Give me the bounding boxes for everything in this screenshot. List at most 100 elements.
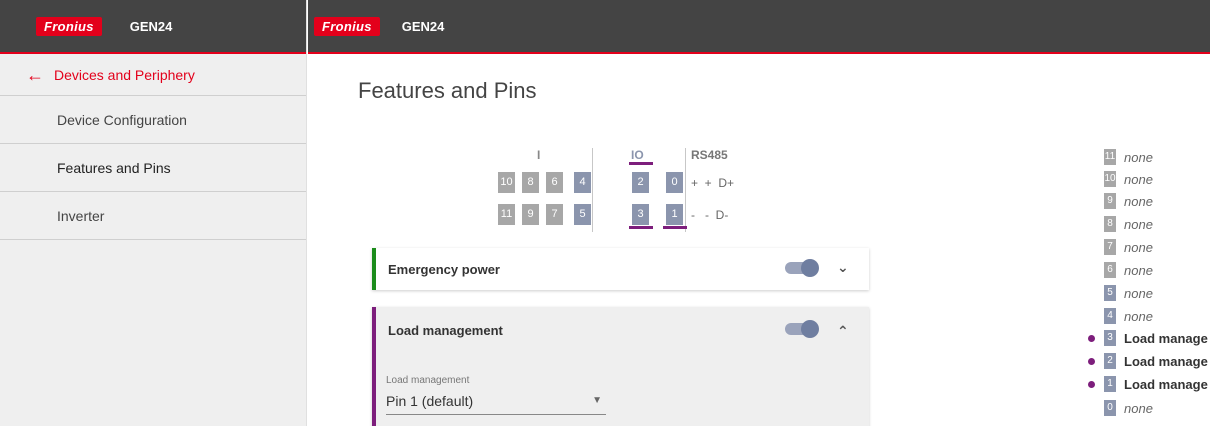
sidebar-header: Fronius GEN24	[0, 0, 306, 54]
pin-number: 8	[1104, 216, 1116, 232]
sidebar-item-label: Features and Pins	[57, 159, 171, 176]
pin-value: none	[1124, 239, 1153, 255]
pin-2: 2	[632, 172, 649, 193]
pin-0: 0	[666, 172, 683, 193]
pin-value: none	[1124, 171, 1153, 187]
list-item: 7 none	[1088, 237, 1153, 257]
rs485-top: + + D+	[691, 176, 735, 190]
status-dot	[1088, 221, 1095, 228]
pin-value: none	[1124, 400, 1153, 416]
sidebar: Fronius GEN24 ← Devices and Periphery De…	[0, 0, 307, 426]
list-item: 0 none	[1088, 398, 1153, 418]
pin-number: 5	[1104, 285, 1116, 301]
pin-value: Load manage	[1124, 330, 1208, 346]
divider	[685, 148, 686, 232]
caret-down-icon: ▼	[592, 395, 602, 406]
select-value: Pin 1 (default)	[386, 393, 474, 409]
card-title: Load management	[388, 322, 503, 338]
sidebar-item-label: Device Configuration	[57, 111, 187, 128]
pin-1: 1	[666, 204, 683, 225]
list-item: 8 none	[1088, 214, 1153, 234]
pin-5: 5	[574, 204, 591, 225]
emergency-power-toggle[interactable]	[785, 259, 819, 277]
pin-10: 10	[498, 172, 515, 193]
status-dot	[1088, 176, 1095, 183]
pin-number: 6	[1104, 262, 1116, 278]
status-dot	[1088, 405, 1095, 412]
emergency-power-card: Emergency power ⌄	[372, 248, 869, 290]
status-dot	[1088, 198, 1095, 205]
pin-7: 7	[546, 204, 563, 225]
status-dot	[1088, 267, 1095, 274]
group-label-io: IO	[631, 148, 644, 162]
status-dot	[1088, 380, 1095, 388]
status-dot	[1088, 313, 1095, 320]
list-item: 11 none	[1088, 147, 1153, 167]
pin-value: none	[1124, 193, 1153, 209]
pin-value: none	[1124, 216, 1153, 232]
status-dot	[1088, 290, 1095, 297]
chevron-down-icon[interactable]: ⌄	[837, 259, 849, 276]
pin-value: none	[1124, 308, 1153, 324]
product-name: GEN24	[401, 18, 445, 34]
sidebar-item-label: Inverter	[57, 207, 105, 224]
fronius-logo[interactable]: Fronius	[36, 16, 102, 36]
group-label-i: I	[537, 148, 541, 162]
pin-active-marker	[663, 226, 687, 229]
pin-3: 3	[632, 204, 649, 225]
status-dot	[1088, 357, 1095, 365]
load-management-field-label: Load management	[386, 375, 470, 386]
sidebar-item-features-and-pins[interactable]: Features and Pins	[0, 144, 306, 192]
fronius-logo[interactable]: Fronius	[314, 16, 380, 36]
list-item: 9 none	[1088, 191, 1153, 211]
emergency-power-header[interactable]: Emergency power ⌄	[372, 248, 869, 290]
pin-value: none	[1124, 149, 1153, 165]
pin-9: 9	[522, 204, 539, 225]
toggle-knob	[801, 259, 819, 277]
pin-value: Load manage	[1124, 353, 1208, 369]
divider	[592, 148, 593, 232]
list-item: 1 Load manage	[1088, 374, 1208, 394]
main-content: Fronius GEN24 Features and Pins I IO RS4…	[308, 0, 1210, 426]
toggle-knob	[801, 320, 819, 338]
card-title: Emergency power	[388, 261, 500, 277]
pin-value: Load manage	[1124, 376, 1208, 392]
pin-number: 9	[1104, 193, 1116, 209]
back-link-label: Devices and Periphery	[54, 66, 195, 83]
top-bar: Fronius GEN24	[308, 0, 1210, 54]
sidebar-item-device-configuration[interactable]: Device Configuration	[0, 96, 306, 144]
pin-6: 6	[546, 172, 563, 193]
list-item: 5 none	[1088, 283, 1153, 303]
pin-number: 3	[1104, 330, 1116, 346]
load-management-select[interactable]: Pin 1 (default) ▼	[386, 389, 606, 415]
pin-number: 0	[1104, 400, 1116, 416]
sidebar-item-inverter[interactable]: Inverter	[0, 192, 306, 240]
status-dot	[1088, 154, 1095, 161]
product-name: GEN24	[129, 18, 173, 34]
list-item: 2 Load manage	[1088, 351, 1208, 371]
pin-active-marker	[629, 226, 653, 229]
chevron-up-icon[interactable]: ⌃	[837, 323, 849, 340]
pin-value: none	[1124, 262, 1153, 278]
list-item: 4 none	[1088, 306, 1153, 326]
list-item: 3 Load manage	[1088, 328, 1208, 348]
arrow-left-icon: ←	[26, 64, 44, 85]
pin-value: none	[1124, 285, 1153, 301]
pin-number: 1	[1104, 376, 1116, 392]
pin-number: 4	[1104, 308, 1116, 324]
load-management-header[interactable]: Load management ⌃	[372, 307, 869, 353]
group-label-rs485: RS485	[691, 148, 728, 162]
list-item: 10 none	[1088, 169, 1153, 189]
page-title: Features and Pins	[358, 78, 537, 103]
status-dot	[1088, 244, 1095, 251]
list-item: 6 none	[1088, 260, 1153, 280]
pin-8: 8	[522, 172, 539, 193]
pin-4: 4	[574, 172, 591, 193]
load-management-card: Load management ⌃ Load management Pin 1 …	[372, 307, 869, 426]
rs485-bottom: - - D-	[691, 208, 729, 222]
status-dot	[1088, 334, 1095, 342]
load-management-toggle[interactable]	[785, 320, 819, 338]
pin-number: 2	[1104, 353, 1116, 369]
pin-active-marker	[629, 162, 653, 165]
back-link[interactable]: ← Devices and Periphery	[0, 54, 306, 96]
